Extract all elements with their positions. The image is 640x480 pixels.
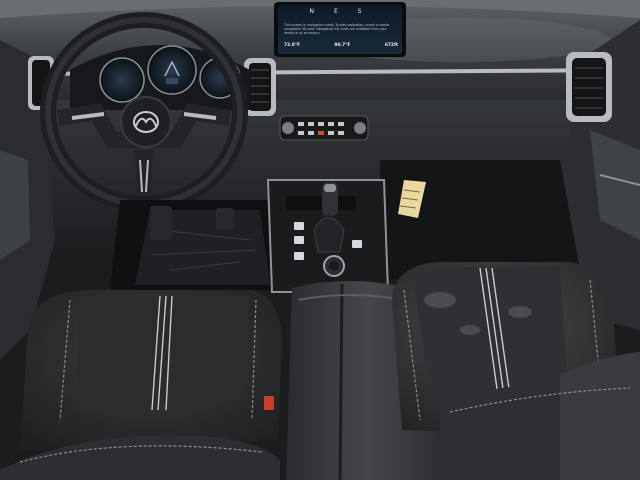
car-interior-photo xyxy=(0,0,640,480)
hvac-knob-icon xyxy=(282,122,294,134)
speed-gauge xyxy=(99,57,145,103)
center-stack xyxy=(266,179,390,293)
right-air-vent xyxy=(566,52,612,122)
center-gauge xyxy=(147,45,197,95)
climate-control-panel xyxy=(279,115,369,141)
seat-tag xyxy=(264,396,274,410)
infotainment-display xyxy=(274,2,406,57)
